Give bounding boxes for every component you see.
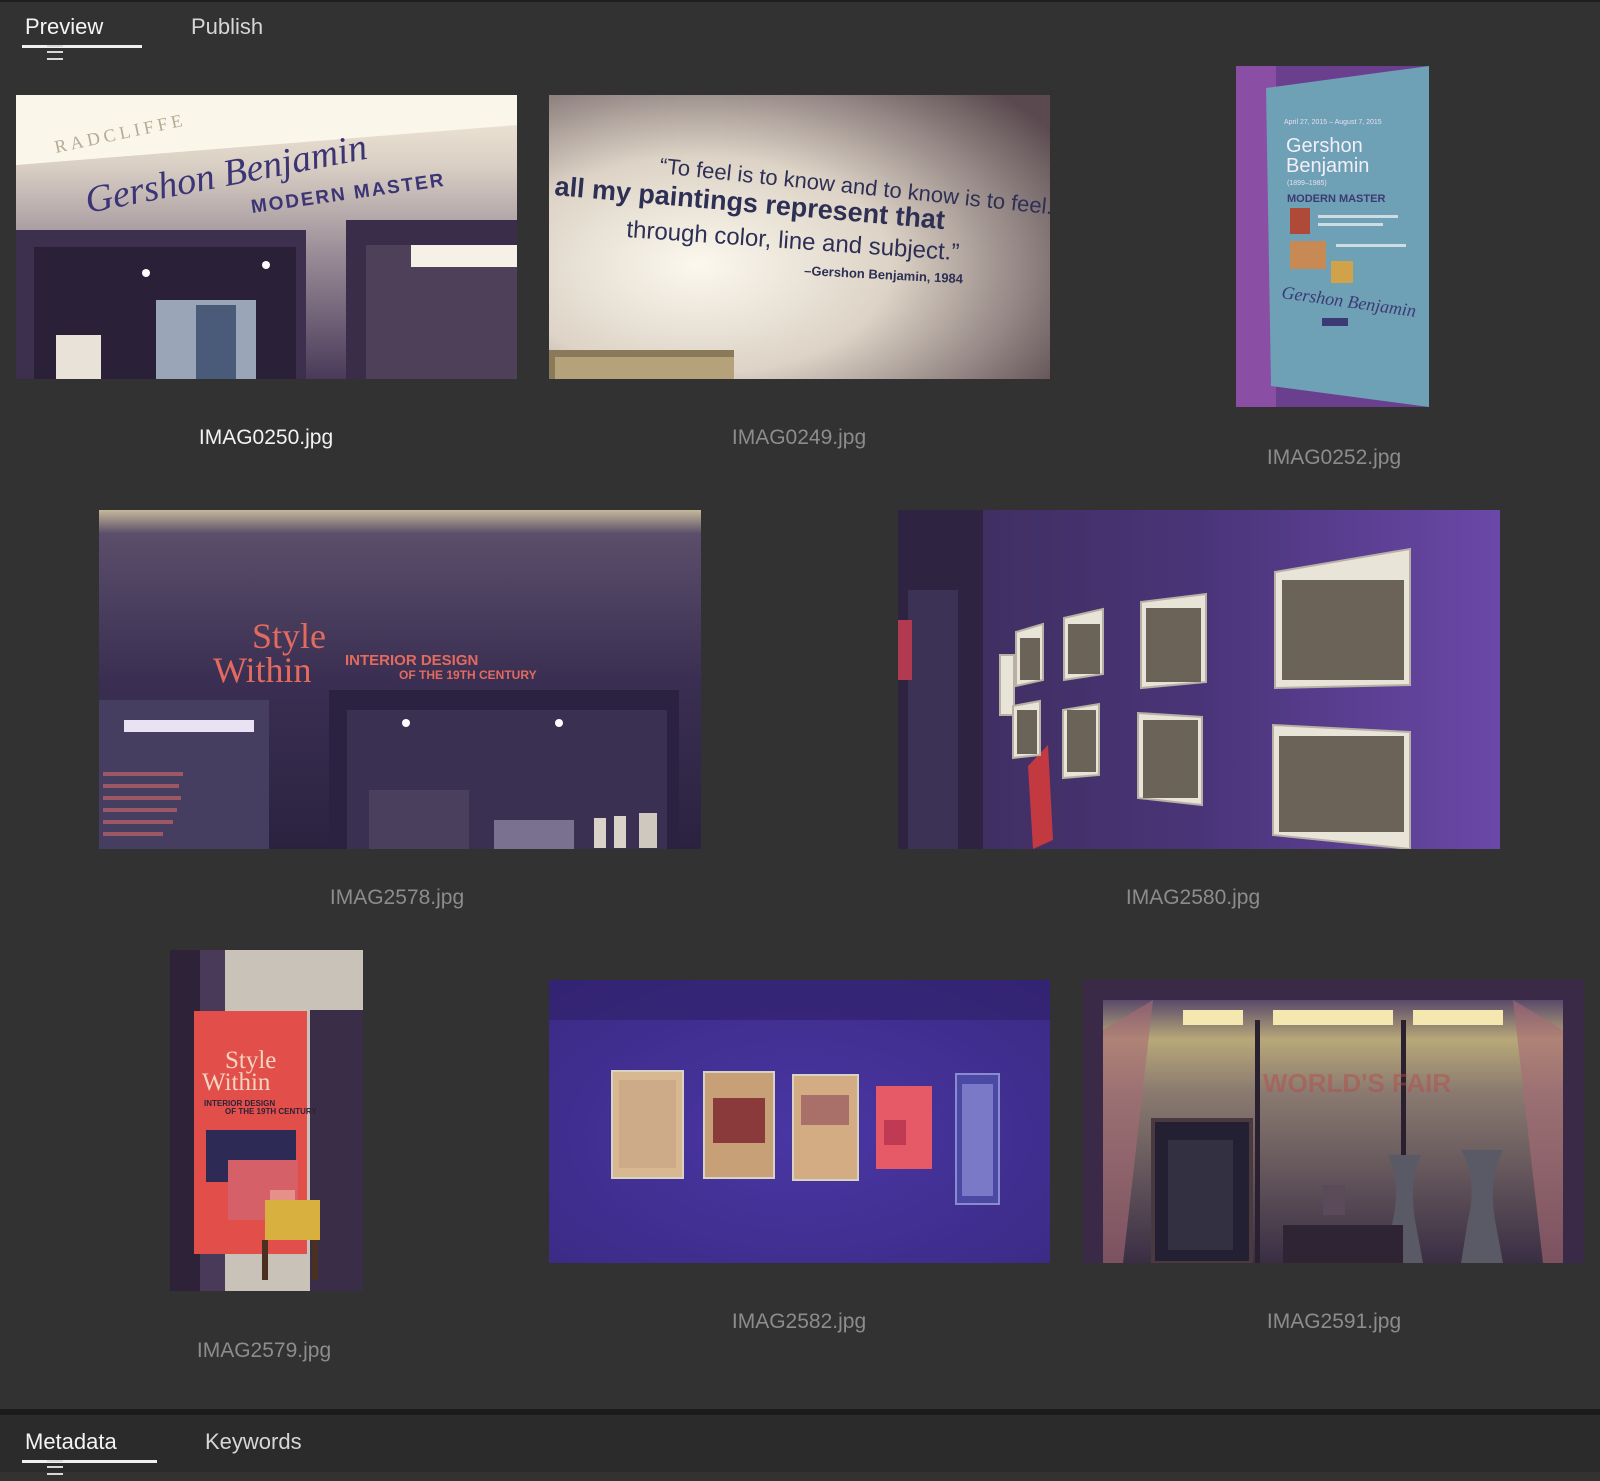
thumbnail-cell[interactable]: WORLD'S FAIR IMAG2591.jpg — [1068, 934, 1600, 1409]
thumbnail-filename: IMAG0250.jpg — [198, 426, 334, 449]
thumbnail-cell[interactable]: Style Within INTERIOR DESIGN OF THE 19TH… — [0, 494, 800, 934]
tab-keywords[interactable]: Keywords — [205, 1429, 302, 1463]
thumbnail-cell[interactable]: IMAG2580.jpg — [800, 494, 1600, 934]
thumbnail-image[interactable]: RADCLIFFE Gershon Benjamin MODERN MASTER — [16, 95, 517, 379]
thumbnail-filename: IMAG2582.jpg — [731, 1310, 867, 1333]
banner-dates: April 27, 2015 – August 7, 2015 — [1284, 119, 1382, 126]
exhibit-subtitle-1: INTERIOR DESIGN — [345, 652, 478, 669]
thumbnail-image[interactable]: Style Within INTERIOR DESIGN OF THE 19TH… — [99, 510, 701, 849]
poster-within-text: Within — [202, 1069, 271, 1096]
banner-name-1: Gershon — [1286, 135, 1363, 157]
banner-subtitle: MODERN MASTER — [1287, 193, 1385, 205]
exhibit-within-text: Within — [213, 650, 312, 690]
tab-preview-label: Preview — [25, 14, 104, 39]
thumbnail-grid: RADCLIFFE Gershon Benjamin MODERN MASTER… — [0, 54, 1600, 1409]
thumbnail-filename: IMAG2591.jpg — [1266, 1310, 1402, 1333]
thumbnail-cell[interactable]: Style Within INTERIOR DESIGN OF THE 19TH… — [0, 934, 534, 1409]
thumbnail-cell[interactable]: IMAG2582.jpg — [534, 934, 1068, 1409]
tab-publish-label: Publish — [191, 14, 264, 39]
thumbnail-filename: IMAG2580.jpg — [1125, 886, 1261, 909]
panel-menu-icon[interactable] — [47, 1459, 63, 1475]
tab-preview[interactable]: Preview — [22, 14, 142, 60]
exhibit-subtitle-2: OF THE 19TH CENTURY — [399, 668, 537, 682]
thumbnail-image[interactable]: April 27, 2015 – August 7, 2015 Gershon … — [1236, 66, 1429, 407]
thumbnail-cell[interactable]: “To feel is to know and to know is to fe… — [534, 54, 1068, 474]
window-overlay-text: WORLD'S FAIR — [1263, 1068, 1451, 1098]
thumbnail-cell[interactable]: RADCLIFFE Gershon Benjamin MODERN MASTER… — [0, 54, 534, 474]
poster-subtitle-2: OF THE 19TH CENTURY — [225, 1107, 317, 1116]
thumbnail-image[interactable]: WORLD'S FAIR — [1083, 980, 1584, 1263]
tab-publish[interactable]: Publish — [191, 14, 263, 48]
bottom-tab-bar: Metadata Keywords — [0, 1409, 1600, 1475]
thumbnail-filename: IMAG0249.jpg — [731, 426, 867, 449]
thumbnail-image[interactable] — [898, 510, 1500, 849]
thumbnail-image[interactable]: “To feel is to know and to know is to fe… — [549, 95, 1050, 379]
top-tab-bar: Preview Publish — [0, 0, 1600, 60]
tab-metadata[interactable]: Metadata — [22, 1429, 157, 1475]
thumbnail-filename: IMAG2578.jpg — [329, 886, 465, 909]
banner-name-2: Benjamin — [1286, 155, 1369, 177]
tab-keywords-label: Keywords — [205, 1429, 302, 1454]
thumbnail-image[interactable]: Style Within INTERIOR DESIGN OF THE 19TH… — [170, 950, 363, 1291]
thumbnail-cell[interactable]: April 27, 2015 – August 7, 2015 Gershon … — [1068, 54, 1600, 494]
thumbnail-filename: IMAG0252.jpg — [1266, 446, 1402, 469]
thumbnail-image[interactable] — [549, 980, 1050, 1263]
thumbnail-filename: IMAG2579.jpg — [196, 1339, 332, 1362]
banner-years: (1899–1985) — [1287, 180, 1327, 187]
tab-metadata-label: Metadata — [25, 1429, 117, 1454]
